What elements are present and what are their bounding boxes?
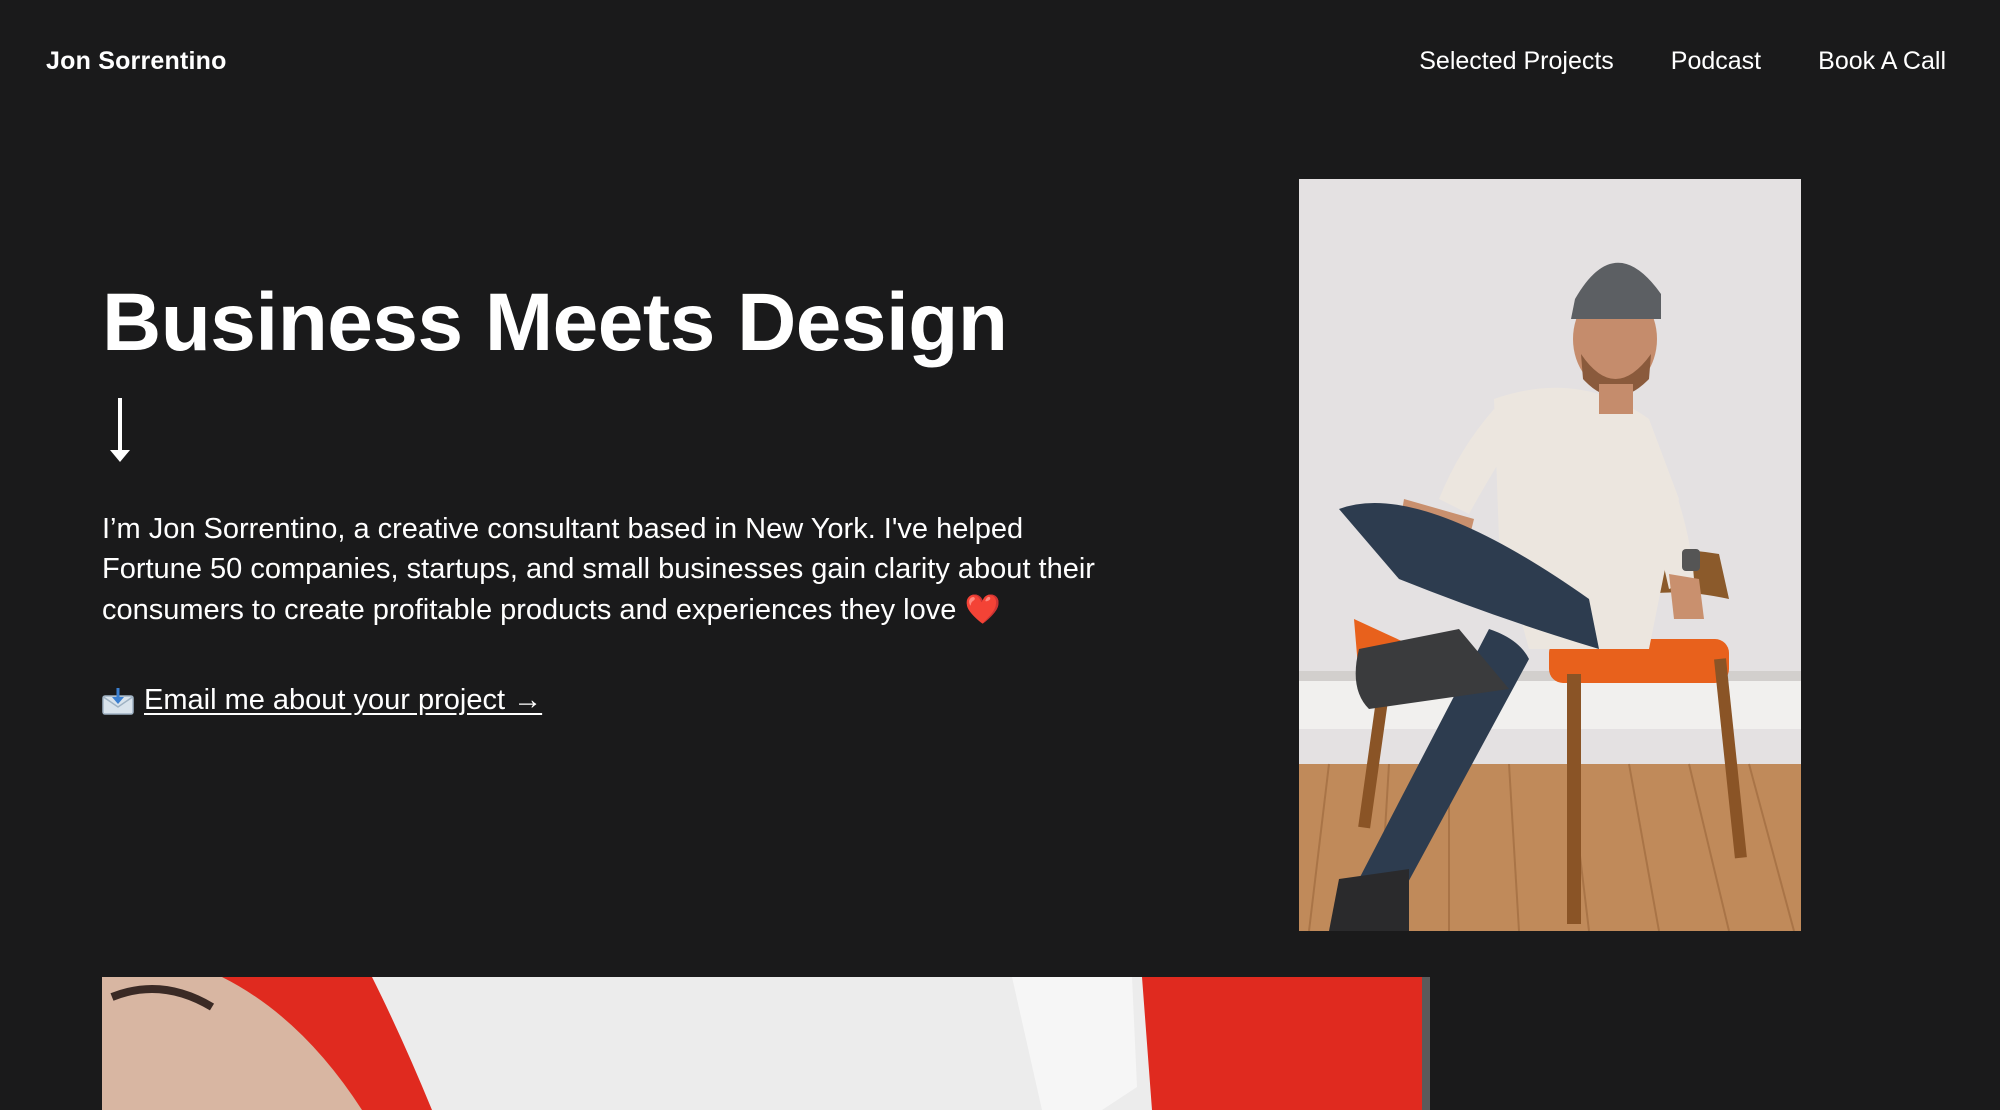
nav-link-book-a-call[interactable]: Book A Call [1818, 47, 1946, 76]
brand-logo-link[interactable]: Jon Sorrentino [46, 47, 227, 76]
portrait-photo [1299, 179, 1801, 931]
intro-text: I’m Jon Sorrentino, a creative consultan… [102, 513, 1095, 626]
heart-icon: ❤️ [964, 592, 1001, 626]
main-nav: Selected Projects Podcast Book A Call [1419, 47, 1946, 76]
nav-link-selected-projects[interactable]: Selected Projects [1419, 47, 1614, 76]
envelope-inbox-icon [102, 687, 134, 715]
featured-project-photo [102, 977, 1430, 1110]
intro-paragraph: I’m Jon Sorrentino, a creative consultan… [102, 509, 1122, 630]
email-cta: Email me about your project → [102, 684, 542, 717]
arrow-down-icon [108, 398, 132, 464]
email-project-link[interactable]: Email me about your project → [144, 684, 542, 717]
hero-title: Business Meets Design [102, 277, 1008, 368]
site-header: Jon Sorrentino Selected Projects Podcast… [0, 0, 2000, 130]
nav-link-podcast[interactable]: Podcast [1671, 47, 1761, 76]
